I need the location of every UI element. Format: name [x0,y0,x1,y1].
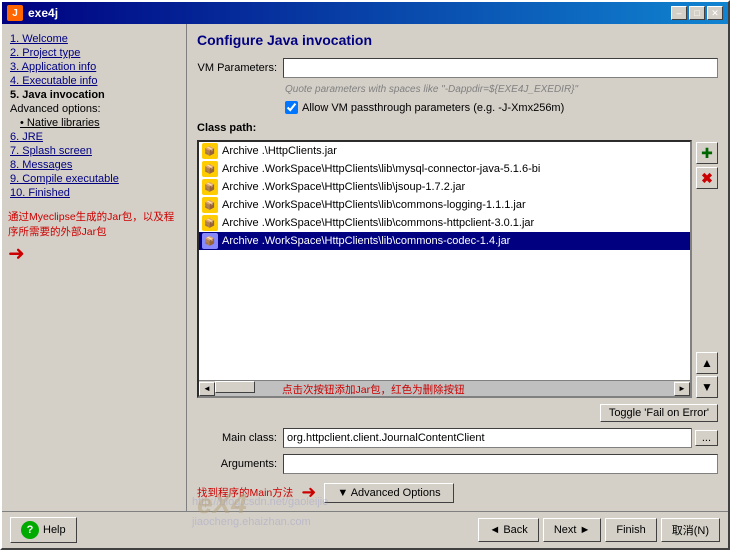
maximize-button[interactable]: □ [689,6,705,20]
toggle-btn-row: Toggle 'Fail on Error' [197,404,718,422]
vm-parameters-input[interactable] [283,58,718,78]
classpath-item-5[interactable]: 📦 Archive .WorkSpace\HttpClients\lib\com… [199,232,690,250]
main-class-input[interactable] [283,428,692,448]
sidebar-item-welcome[interactable]: 1. Welcome [8,32,180,46]
remove-classpath-button[interactable]: ✖ [696,167,718,189]
title-bar-buttons: – □ ✕ [671,6,723,20]
vm-passthrough-label: Allow VM passthrough parameters (e.g. -J… [302,102,564,114]
main-window: J exe4j – □ ✕ 1. Welcome 2. Project type… [0,0,730,550]
panel-title: Configure Java invocation [197,32,718,48]
sidebar-item-java-invocation[interactable]: 5. Java invocation [8,88,180,102]
sidebar-item-compile[interactable]: 9. Compile executable [8,172,180,186]
sidebar-item-executable[interactable]: 4. Executable info [8,74,180,88]
window-title: exe4j [28,6,58,20]
archive-icon-1: 📦 [202,161,218,177]
archive-icon-0: 📦 [202,143,218,159]
vm-passthrough-checkbox[interactable] [285,101,298,114]
classpath-area: 📦 Archive .\HttpClients.jar 📦 Archive .W… [197,140,718,398]
archive-icon-3: 📦 [202,197,218,213]
classpath-item-1[interactable]: 📦 Archive .WorkSpace\HttpClients\lib\mys… [199,160,690,178]
back-button[interactable]: ◄ Back [478,518,538,542]
sidebar-item-app-info[interactable]: 3. Application info [8,60,180,74]
arguments-label: Arguments: [197,458,277,470]
sidebar-item-project-type[interactable]: 2. Project type [8,46,180,60]
archive-icon-2: 📦 [202,179,218,195]
main-content: 1. Welcome 2. Project type 3. Applicatio… [2,24,728,511]
advanced-options-button[interactable]: ▼ Advanced Options [324,483,453,503]
add-classpath-button[interactable]: ✚ [696,142,718,164]
move-down-button[interactable]: ▼ [696,376,718,398]
sidebar-annotation-1: 通过Myeclipse生成的Jar包，以及程序所需要的外部Jar包 [8,210,180,239]
main-class-browse-button[interactable]: ... [695,430,718,446]
sidebar-item-finished[interactable]: 10. Finished [8,186,180,200]
arguments-row: Arguments: [197,454,718,474]
sidebar-item-native-libraries[interactable]: • Native libraries [8,116,180,130]
archive-icon-4: 📦 [202,215,218,231]
sidebar-item-messages[interactable]: 8. Messages [8,158,180,172]
sidebar-advanced-label: Advanced options: [8,102,180,116]
arguments-input[interactable] [283,454,718,474]
scroll-left-btn[interactable]: ◄ [199,382,215,396]
title-bar-left: J exe4j [7,5,58,21]
footer: ? Help ◄ Back Next ► Finish 取消(N) [2,511,728,548]
sidebar: 1. Welcome 2. Project type 3. Applicatio… [2,24,187,511]
sidebar-item-jre[interactable]: 6. JRE [8,130,180,144]
help-button[interactable]: ? Help [10,517,77,543]
vm-passthrough-row: Allow VM passthrough parameters (e.g. -J… [285,101,718,114]
sidebar-item-splash[interactable]: 7. Splash screen [8,144,180,158]
toggle-fail-on-error-button[interactable]: Toggle 'Fail on Error' [600,404,718,422]
h-scroll-thumb[interactable] [215,381,255,393]
classpath-item-2[interactable]: 📦 Archive .WorkSpace\HttpClients\lib\jso… [199,178,690,196]
arrow-annotation-2: ➜ [301,482,316,503]
classpath-item-4[interactable]: 📦 Archive .WorkSpace\HttpClients\lib\com… [199,214,690,232]
vm-parameters-row: VM Parameters: [197,58,718,78]
cancel-button[interactable]: 取消(N) [661,518,720,542]
right-panel: Configure Java invocation VM Parameters:… [187,24,728,511]
archive-icon-5: 📦 [202,233,218,249]
classpath-item-0[interactable]: 📦 Archive .\HttpClients.jar [199,142,690,160]
finish-button[interactable]: Finish [605,518,656,542]
classpath-side-buttons: ✚ ✖ ▲ ▼ [696,140,718,398]
classpath-list[interactable]: 📦 Archive .\HttpClients.jar 📦 Archive .W… [199,142,690,380]
main-class-row: Main class: ... [197,428,718,448]
next-button[interactable]: Next ► [543,518,602,542]
vm-parameters-label: VM Parameters: [197,62,277,74]
footer-left: ? Help [10,517,77,543]
move-up-button[interactable]: ▲ [696,352,718,374]
title-bar: J exe4j – □ ✕ [2,2,728,24]
classpath-item-3[interactable]: 📦 Archive .WorkSpace\HttpClients\lib\com… [199,196,690,214]
sidebar-arrow-1: ➜ [8,241,180,266]
scroll-right-btn[interactable]: ► [674,382,690,396]
annotation-classpath: 点击次按钮添加Jar包，红色为删除按钮 [282,383,465,398]
footer-right: ◄ Back Next ► Finish 取消(N) [478,518,720,542]
help-icon: ? [21,521,39,539]
vm-hint: Quote parameters with spaces like "-Dapp… [285,84,718,95]
corner-logo: eX4 [197,488,247,520]
classpath-label: Class path: [197,122,718,134]
classpath-list-container: 📦 Archive .\HttpClients.jar 📦 Archive .W… [197,140,692,398]
close-button[interactable]: ✕ [707,6,723,20]
advanced-options-row: 找到程序的Main方法 ➜ ▼ Advanced Options [197,482,718,503]
main-class-label: Main class: [197,432,277,444]
minimize-button[interactable]: – [671,6,687,20]
app-icon: J [7,5,23,21]
